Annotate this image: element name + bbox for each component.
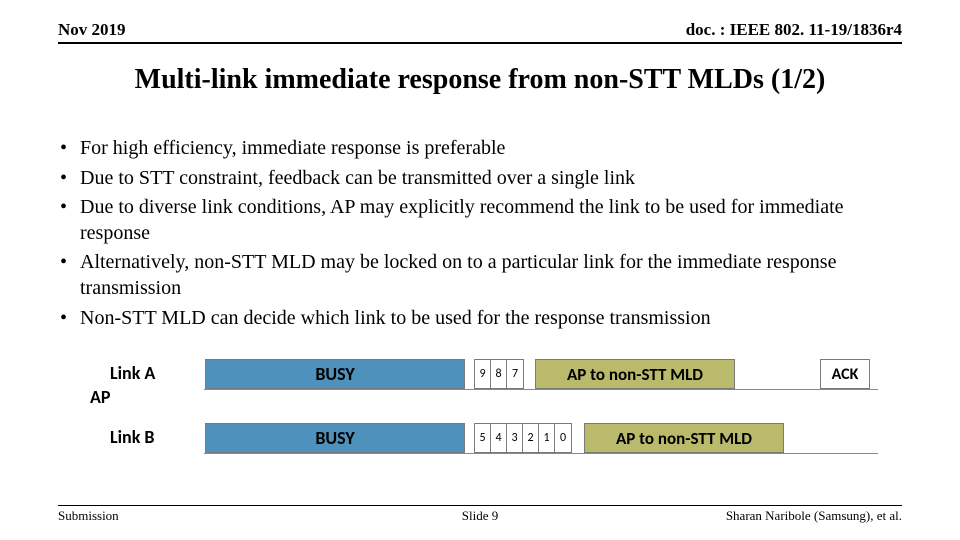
counter-cell: 3 (507, 424, 523, 452)
counter-cell: 2 (523, 424, 539, 452)
busy-block: BUSY (205, 423, 465, 453)
bullet-item: Non-STT MLD can decide which link to be … (58, 306, 902, 332)
timeline-axis (204, 389, 878, 390)
counter-cell: 9 (475, 360, 491, 388)
bullet-item: Alternatively, non-STT MLD may be locked… (58, 250, 902, 301)
link-a-label: Link A (110, 362, 155, 384)
ack-frame: ACK (820, 359, 870, 389)
header-doc-id: doc. : IEEE 802. 11-19/1836r4 (686, 20, 902, 40)
counter-cell: 5 (475, 424, 491, 452)
header-rule (58, 42, 902, 44)
slide-number: Slide 9 (58, 508, 902, 524)
link-b-label: Link B (110, 426, 155, 448)
counter-cell: 4 (491, 424, 507, 452)
bullet-list: For high efficiency, immediate response … (58, 136, 902, 335)
diagram-row-link-a: Link A BUSY 9 8 7 AP to non-STT MLD ACK (90, 356, 870, 392)
bullet-item: Due to diverse link conditions, AP may e… (58, 195, 902, 246)
diagram-row-link-b: Link B BUSY 5 4 3 2 1 0 AP to non-STT ML… (90, 420, 870, 456)
busy-block: BUSY (205, 359, 465, 389)
footer-rule (58, 505, 902, 506)
bullet-item: Due to STT constraint, feedback can be t… (58, 166, 902, 192)
timeline-axis (204, 453, 878, 454)
data-frame: AP to non-STT MLD (535, 359, 735, 389)
counter-cell: 8 (491, 360, 507, 388)
data-frame: AP to non-STT MLD (584, 423, 784, 453)
header-date: Nov 2019 (58, 20, 126, 40)
counter-cell: 7 (507, 360, 523, 388)
backoff-counter: 9 8 7 (474, 359, 524, 389)
timing-diagram: AP Link A BUSY 9 8 7 AP to non-STT MLD A… (90, 356, 870, 456)
slide-footer: Slide 9 Submission Sharan Naribole (Sams… (58, 505, 902, 524)
bullet-item: For high efficiency, immediate response … (58, 136, 902, 162)
counter-cell: 1 (539, 424, 555, 452)
backoff-counter: 5 4 3 2 1 0 (474, 423, 572, 453)
slide-title: Multi-link immediate response from non-S… (0, 64, 960, 96)
slide-header: Nov 2019 doc. : IEEE 802. 11-19/1836r4 (58, 20, 902, 44)
counter-cell: 0 (555, 424, 571, 452)
